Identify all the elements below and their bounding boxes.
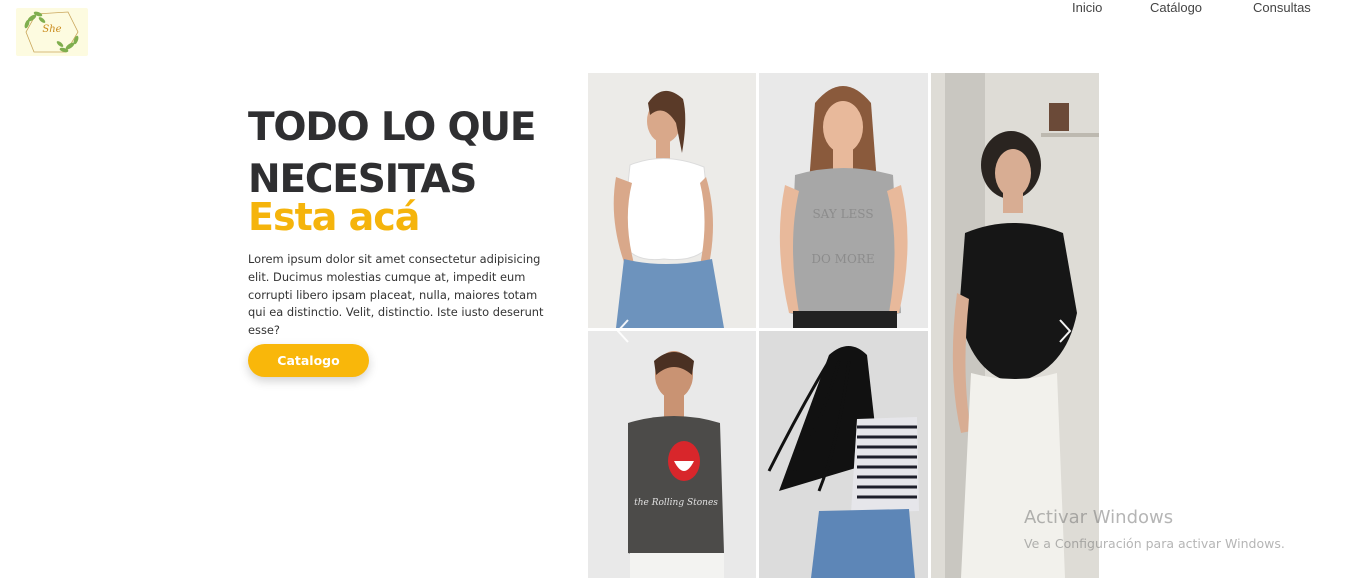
gallery-photo-band-top: the Rolling Stones xyxy=(588,331,756,578)
hero-title-line-1: TODO LO QUE xyxy=(248,105,537,150)
gallery-photo-gray-top: SAY LESS DO MORE xyxy=(759,73,928,328)
nav-link-inicio[interactable]: Inicio xyxy=(1072,0,1102,15)
gallery-photo-white-top xyxy=(588,73,756,328)
gallery-photo-striped-top xyxy=(759,331,928,578)
band-print-text: the Rolling Stones xyxy=(634,498,718,508)
chevron-left-icon[interactable] xyxy=(612,316,636,346)
brand-logo[interactable]: She xyxy=(16,8,88,56)
activation-watermark-title: Activar Windows xyxy=(1024,507,1174,528)
chevron-right-icon[interactable] xyxy=(1052,316,1076,346)
svg-text:DO MORE: DO MORE xyxy=(811,252,874,266)
catalog-button[interactable]: Catalogo xyxy=(248,344,369,377)
hero-title: TODO LO QUE NECESITAS xyxy=(248,102,568,206)
site-header: She Inicio Catálogo Consultas xyxy=(0,0,1350,60)
nav-link-consultas[interactable]: Consultas xyxy=(1253,0,1311,15)
logo-text: She xyxy=(42,24,62,35)
nav-link-catalogo[interactable]: Catálogo xyxy=(1150,0,1202,15)
activation-watermark-subtitle: Ve a Configuración para activar Windows. xyxy=(1024,536,1285,551)
photo-gallery: SAY LESS DO MORE the Rolling Stones xyxy=(588,73,1099,578)
hero-accent-text: Esta acá xyxy=(248,195,420,239)
tshirt-print-text: SAY LESS xyxy=(812,207,873,221)
hero-description: Lorem ipsum dolor sit amet consectetur a… xyxy=(248,252,544,338)
